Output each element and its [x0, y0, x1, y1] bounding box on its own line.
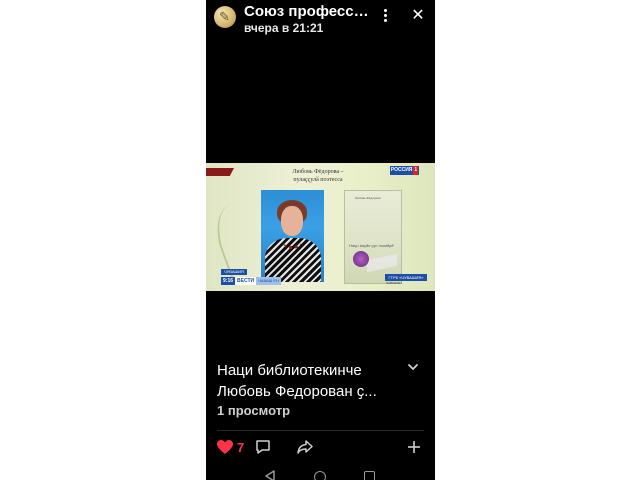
more-options-button[interactable] — [378, 7, 392, 27]
view-count: 1 просмотр — [217, 403, 291, 418]
quill-icon: ✎ — [219, 9, 230, 24]
comment-icon[interactable] — [255, 439, 271, 455]
vesti-sublabel: ЧАВАШ ЕН — [256, 277, 281, 285]
nav-recent-icon[interactable] — [364, 471, 375, 480]
news-ticker: 9:16 ВЕСТИ ЧАВАШ ЕН — [221, 277, 281, 285]
slide-title: Любовь Фёдорова – пулаҫҫулӑ поэтесса — [268, 168, 368, 184]
caption-line1: Наци библиотекинче — [217, 362, 362, 379]
heart-icon[interactable] — [216, 439, 234, 455]
channel-avatar[interactable]: ✎ — [214, 6, 236, 28]
vesti-label: ВЕСТИ — [235, 277, 257, 285]
author-portrait — [261, 190, 324, 282]
slide-title-line1: Любовь Фёдорова – — [292, 169, 344, 175]
channel-title[interactable]: Союз профессиональных литераторов — [244, 3, 369, 20]
nav-home-icon[interactable] — [314, 471, 326, 480]
more-icon — [383, 9, 387, 12]
book-author: Любовь Фёдорова — [355, 196, 381, 200]
like-count: 7 — [237, 440, 245, 455]
post-viewer: ✎ Союз профессиональных литераторов вчер… — [206, 0, 435, 480]
post-timestamp: вчера в 21:21 — [244, 21, 324, 35]
slide-title-line2: пулаҫҫулӑ поэтесса — [293, 177, 343, 183]
gtrk-tag: ГТРК «ЧУВАШИЯ» — [385, 274, 427, 281]
slide-ribbon — [206, 168, 234, 176]
channel-logo: РОССИЯ 1 — [390, 166, 419, 175]
flower-image — [353, 251, 369, 267]
close-button[interactable]: ✕ — [410, 8, 426, 24]
region-tag: ЧУВАШИЯ — [221, 269, 247, 275]
broadcast-clock: 9:16 — [221, 277, 236, 285]
close-icon: ✕ — [411, 7, 425, 24]
nav-back-icon[interactable] — [264, 470, 276, 480]
plus-icon[interactable] — [407, 440, 421, 454]
divider — [217, 430, 424, 431]
chevron-down-icon[interactable] — [406, 360, 420, 374]
gtrk-subtitle: ЧАВАШ ЕН — [386, 281, 402, 285]
caption-line2: Любовь Федорован ҫ... — [217, 383, 377, 400]
share-icon[interactable] — [296, 439, 314, 455]
post-caption[interactable]: Наци библиотекинче Любовь Федорован ҫ... — [217, 360, 397, 402]
video-player[interactable]: Любовь Фёдорова – пулаҫҫулӑ поэтесса Люб… — [206, 163, 435, 291]
book-cover: Любовь Фёдорова Наци ваҫӑн ҫус тимӗрӗ — [344, 190, 402, 284]
book-title: Наци ваҫӑн ҫус тимӗрӗ — [349, 243, 394, 248]
